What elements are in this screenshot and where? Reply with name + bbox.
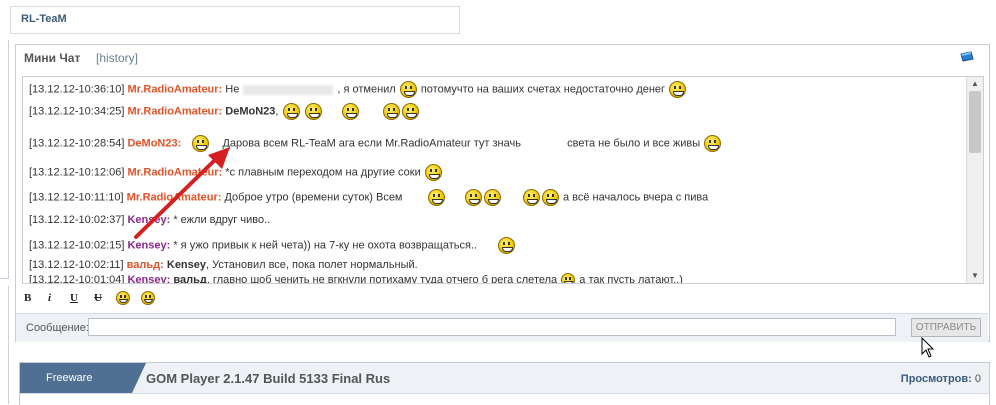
chat-title: Мини Чат <box>24 51 81 65</box>
grin-smiley-icon <box>424 164 442 181</box>
message-compose-row: Сообщение: ОТПРАВИТЬ <box>16 313 988 342</box>
chat-message: [13.12.12-10:01:04] Kensey: вальд, главн… <box>29 273 683 284</box>
blurred-text <box>243 84 334 95</box>
nodding-smiley-icon <box>282 103 300 120</box>
message-author[interactable]: Mr.RadioAmateur: <box>127 83 222 95</box>
category-label: Freeware <box>46 372 93 384</box>
dancing-smiley-icon <box>464 189 482 206</box>
message-author[interactable]: Mr.RadioAmateur: <box>127 105 222 117</box>
waving-smiley-icon <box>498 237 516 254</box>
grin-smiley-icon <box>399 81 417 98</box>
grin-smiley-icon <box>669 81 687 98</box>
grin-smiley-icon <box>304 103 322 120</box>
message-text: , я отменил <box>337 83 396 96</box>
group-smiley-icon <box>401 103 419 120</box>
left-frame-edge-lower <box>0 286 9 404</box>
message-mention[interactable]: вальд <box>173 274 206 283</box>
views-count: 0 <box>974 373 981 385</box>
message-text: Дарова всем RL-TeaM ага если Mr.RadioAma… <box>222 137 521 150</box>
chat-message: [13.12.12-10:36:10] Mr.RadioAmateur: Не,… <box>29 81 687 98</box>
message-text: света не было и все живы <box>567 137 701 150</box>
message-label: Сообщение: <box>26 322 89 334</box>
tab-notch <box>132 363 146 393</box>
message-mention[interactable]: DeMoN23 <box>225 105 275 117</box>
message-timestamp: [13.12.12-10:01:04] <box>29 273 125 284</box>
site-title: RL-TeaM <box>21 13 67 25</box>
chat-message: [13.12.12-10:02:15] Kensey: * я ужо прив… <box>29 237 516 254</box>
software-entry-panel: Freeware GOM Player 2.1.47 Build 5133 Fi… <box>19 362 990 405</box>
message-text: *с плавным переходом на другие соки <box>225 166 421 179</box>
message-timestamp: [13.12.12-10:02:15] <box>29 239 125 252</box>
history-link[interactable]: [history] <box>96 51 138 65</box>
grin-smiley-icon <box>427 189 445 206</box>
entry-title[interactable]: GOM Player 2.1.47 Build 5133 Final Rus <box>146 371 390 386</box>
message-timestamp: [13.12.12-10:11:10] <box>29 191 124 204</box>
police-smiley-icon <box>341 103 359 120</box>
chat-scrollbar[interactable]: ▲ ▼ <box>966 77 983 283</box>
chat-message: [13.12.12-10:34:25] Mr.RadioAmateur: DeM… <box>29 103 420 120</box>
expand-chat-icon[interactable] <box>959 51 975 62</box>
message-mention[interactable]: Kensey <box>167 259 206 271</box>
message-text: а всё началось вчера с пива <box>562 191 709 204</box>
dancing-smiley-icon <box>483 189 501 206</box>
send-button[interactable]: ОТПРАВИТЬ <box>911 318 981 337</box>
views-counter: Просмотров: 0 <box>901 373 981 385</box>
message-text: а так пусть латают..) <box>579 273 683 284</box>
cheering-smiley-icon <box>541 189 559 206</box>
underline-button[interactable]: U <box>70 292 78 304</box>
message-text: Не <box>225 83 240 96</box>
cheering-smiley-icon <box>522 189 540 206</box>
format-toolbar: B i U U <box>22 289 982 309</box>
italic-button[interactable]: i <box>48 292 51 304</box>
message-timestamp: [13.12.12-10:02:37] <box>29 214 125 226</box>
message-author[interactable]: вальд: <box>127 259 164 271</box>
bold-button[interactable]: B <box>24 292 31 304</box>
message-timestamp: [13.12.12-10:12:06] <box>29 166 125 179</box>
message-timestamp: [13.12.12-10:36:10] <box>29 83 125 96</box>
strikethrough-button[interactable]: U <box>94 292 102 304</box>
chat-header: Мини Чат [history] <box>16 45 989 71</box>
views-label: Просмотров: <box>900 373 972 385</box>
mouse-cursor-icon <box>921 337 935 358</box>
group-smiley-icon <box>382 103 400 120</box>
message-text: потомучто на ваших счетах недостаточно д… <box>420 83 666 96</box>
chat-message: [13.12.12-10:02:11] вальд: Kensey, Устан… <box>29 259 418 271</box>
message-text: Доброе утро (времени суток) Всем <box>224 191 403 204</box>
message-timestamp: [13.12.12-10:02:11] <box>29 259 124 271</box>
scroll-up-arrow-icon[interactable]: ▲ <box>967 77 983 91</box>
left-frame-edge <box>0 40 9 279</box>
smiley-picker-icon[interactable] <box>116 291 130 305</box>
message-text: , главно шоб ченить не вгкнули потихаму … <box>206 273 558 284</box>
message-input[interactable] <box>88 318 896 336</box>
site-title-bar: RL-TeaM <box>10 6 460 34</box>
scroll-thumb[interactable] <box>969 91 981 153</box>
grin-smiley-icon <box>704 135 722 152</box>
category-tab[interactable]: Freeware <box>20 363 132 393</box>
message-timestamp: [13.12.12-10:34:25] <box>29 105 125 118</box>
message-text: , <box>275 105 279 118</box>
smiley-picker-icon[interactable] <box>141 291 155 305</box>
message-text: , Установил все, пока полет нормальный. <box>206 259 418 271</box>
red-annotation-arrow-icon <box>134 147 230 239</box>
scroll-down-arrow-icon[interactable]: ▼ <box>967 269 983 283</box>
grin-smiley-icon <box>561 273 576 283</box>
message-timestamp: [13.12.12-10:28:54] <box>29 137 125 150</box>
message-author[interactable]: Kensey: <box>127 274 170 283</box>
